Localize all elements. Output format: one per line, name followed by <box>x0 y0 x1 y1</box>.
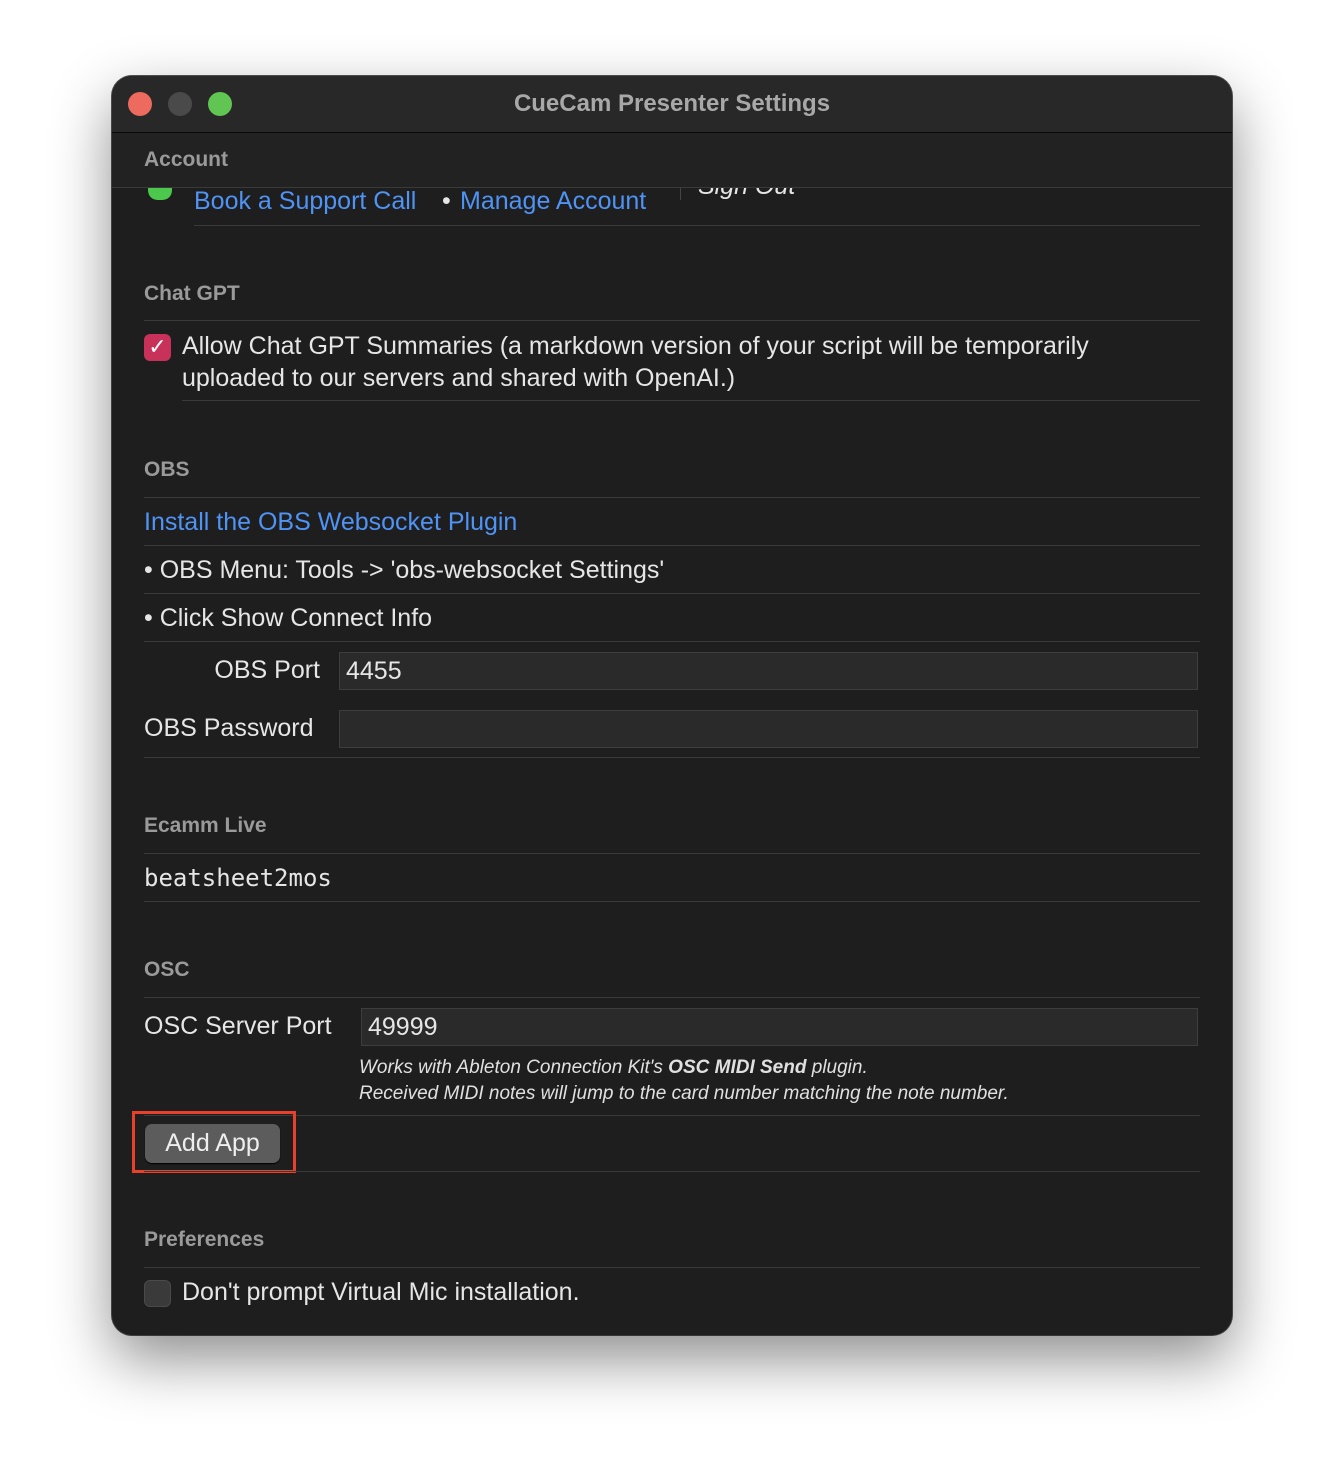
window-title: CueCam Presenter Settings <box>513 90 831 117</box>
plugin-name: OSC MIDI Send <box>668 1057 807 1078</box>
virtual-mic-checkbox-label: Don't prompt Virtual Mic installation. <box>182 1278 580 1306</box>
divider <box>182 400 1200 401</box>
separator: • <box>442 187 451 215</box>
chatgpt-summaries-checkbox[interactable]: ✓ <box>144 334 171 361</box>
osc-note-1: Works with Ableton Connection Kit's OSC … <box>359 1057 868 1079</box>
osc-port-label: OSC Server Port <box>144 1012 332 1040</box>
divider <box>144 997 1200 998</box>
divider <box>144 641 1200 642</box>
virtual-mic-prompt-checkbox[interactable] <box>144 1280 171 1307</box>
divider <box>144 901 1200 902</box>
divider <box>144 1267 1200 1268</box>
install-obs-websocket-link[interactable]: Install the OBS Websocket Plugin <box>144 508 517 537</box>
divider <box>144 497 1200 498</box>
chatgpt-checkbox-label-line1: Allow Chat GPT Summaries (a markdown ver… <box>182 332 1089 360</box>
osc-port-input[interactable] <box>361 1008 1198 1046</box>
obs-password-label: OBS Password <box>144 714 314 742</box>
ecamm-section-title: Ecamm Live <box>144 814 267 837</box>
obs-step-1: • OBS Menu: Tools -> 'obs-websocket Sett… <box>144 556 665 584</box>
divider <box>144 1115 1200 1116</box>
section-title: Account <box>144 148 228 171</box>
chatgpt-checkbox-label-line2: uploaded to our servers and shared with … <box>182 364 736 392</box>
divider <box>144 853 1200 854</box>
ecamm-value: beatsheet2mos <box>144 864 332 892</box>
book-support-call-link[interactable]: Book a Support Call <box>194 187 416 216</box>
chatgpt-section-title: Chat GPT <box>144 282 240 305</box>
divider <box>144 757 1200 758</box>
obs-section-title: OBS <box>144 458 190 481</box>
divider <box>194 225 1200 226</box>
add-app-button[interactable]: Add App <box>145 1124 280 1163</box>
divider <box>144 1171 1200 1172</box>
osc-note-2: Received MIDI notes will jump to the car… <box>359 1083 1009 1104</box>
obs-port-input[interactable] <box>339 652 1198 690</box>
osc-section-title: OSC <box>144 958 190 981</box>
manage-account-link[interactable]: Manage Account <box>460 187 646 216</box>
settings-window: CueCam Presenter Settings Book a Support… <box>112 76 1232 1335</box>
account-section-header: Account <box>112 133 1232 188</box>
divider <box>144 593 1200 594</box>
note-text: Works with Ableton Connection Kit's <box>359 1057 669 1078</box>
obs-password-input[interactable] <box>339 710 1198 748</box>
obs-port-label: OBS Port <box>214 656 320 684</box>
obs-step-2: • Click Show Connect Info <box>144 604 433 632</box>
preferences-section-title: Preferences <box>144 1228 265 1251</box>
divider <box>144 545 1200 546</box>
note-text: plugin. <box>806 1057 868 1078</box>
title-bar: CueCam Presenter Settings <box>112 76 1232 133</box>
divider <box>144 320 1200 321</box>
